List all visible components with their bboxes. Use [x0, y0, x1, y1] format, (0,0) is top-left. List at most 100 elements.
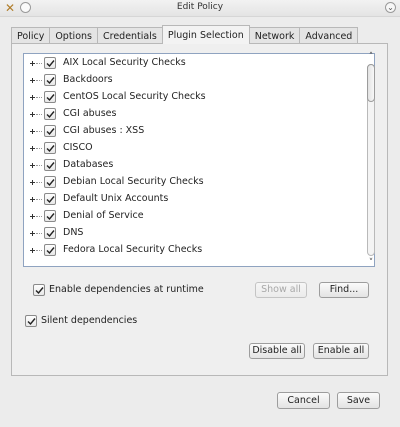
find-button[interactable]: Find...	[319, 282, 369, 298]
silent-dependencies-label: Silent dependencies	[41, 315, 138, 326]
plugin-family-row[interactable]: CISCO	[24, 140, 364, 157]
plugin-family-label: AIX Local Security Checks	[63, 57, 186, 68]
tree-connector	[36, 250, 42, 251]
plugin-family-row[interactable]: DNS	[24, 225, 364, 242]
tree-connector	[36, 97, 42, 98]
plugin-family-label: CentOS Local Security Checks	[63, 91, 206, 102]
plugin-family-row[interactable]: Default Unix Accounts	[24, 191, 364, 208]
plugin-family-row[interactable]: Denial of Service	[24, 208, 364, 225]
window-title: Edit Policy	[176, 2, 224, 12]
plugin-family-checkbox[interactable]	[44, 125, 56, 137]
tree-connector	[36, 182, 42, 183]
plugin-family-label: Default Unix Accounts	[63, 193, 169, 204]
plugin-family-checkbox[interactable]	[44, 74, 56, 86]
checkmark-icon	[46, 179, 55, 187]
tree-connector	[36, 114, 42, 115]
plugin-family-checkbox[interactable]	[44, 142, 56, 154]
silent-dependencies-option[interactable]: Silent dependencies	[25, 314, 225, 328]
expand-icon[interactable]	[30, 163, 35, 168]
tab-plugin-selection[interactable]: Plugin Selection	[161, 25, 250, 44]
tree-connector	[36, 199, 42, 200]
plugin-family-label: CGI abuses : XSS	[63, 125, 145, 136]
plugin-family-checkbox[interactable]	[44, 108, 56, 120]
plugin-family-label: Databases	[63, 159, 114, 170]
plugin-family-checkbox[interactable]	[44, 176, 56, 188]
expand-icon[interactable]	[30, 180, 35, 185]
tab-network[interactable]: Network	[249, 27, 300, 44]
enable-dependencies-checkbox[interactable]	[33, 284, 45, 296]
tree-connector	[36, 131, 42, 132]
checkmark-icon	[46, 230, 55, 238]
expand-icon[interactable]	[30, 129, 35, 134]
plugin-family-label: CGI abuses	[63, 108, 117, 119]
plugin-family-checkbox[interactable]	[44, 91, 56, 103]
tree-connector	[36, 63, 42, 64]
expand-icon[interactable]	[30, 248, 35, 253]
plugin-family-row[interactable]: CentOS Local Security Checks	[24, 89, 364, 106]
plugin-family-row[interactable]: Backdoors	[24, 72, 364, 89]
scroll-down-icon[interactable]: ˅	[366, 258, 376, 268]
expand-icon[interactable]	[30, 214, 35, 219]
plugin-family-row[interactable]: Fedora Local Security Checks	[24, 242, 364, 259]
expand-icon[interactable]	[30, 231, 35, 236]
checkmark-icon	[35, 287, 44, 295]
checkmark-icon	[46, 162, 55, 170]
title-bar: ✕ Edit Policy ⌄	[0, 0, 400, 17]
enable-dependencies-label: Enable dependencies at runtime	[49, 284, 204, 295]
tree-connector	[36, 216, 42, 217]
checkmark-icon	[46, 196, 55, 204]
checkmark-icon	[46, 247, 55, 255]
tab-options[interactable]: Options	[49, 27, 97, 44]
expand-icon[interactable]	[30, 61, 35, 66]
enable-all-button[interactable]: Enable all	[313, 343, 369, 359]
plugin-family-checkbox[interactable]	[44, 193, 56, 205]
plugin-family-label: Debian Local Security Checks	[63, 176, 204, 187]
expand-icon[interactable]	[30, 78, 35, 83]
plugin-family-row[interactable]: Debian Local Security Checks	[24, 174, 364, 191]
expand-icon[interactable]	[30, 197, 35, 202]
checkmark-icon	[46, 60, 55, 68]
close-icon[interactable]: ⌄	[385, 2, 396, 13]
expand-icon[interactable]	[30, 95, 35, 100]
plugin-family-row[interactable]: CGI abuses : XSS	[24, 123, 364, 140]
tree-scrollbar[interactable]: ˄ ˅	[364, 52, 378, 268]
save-button[interactable]: Save	[337, 392, 380, 409]
silent-dependencies-checkbox[interactable]	[25, 315, 37, 327]
plugin-family-tree[interactable]: AIX Local Security Checks Backdoors CentOS…	[23, 53, 375, 267]
plugin-family-label: Backdoors	[63, 74, 113, 85]
tab-policy[interactable]: Policy	[11, 27, 50, 44]
disable-all-button[interactable]: Disable all	[249, 343, 305, 359]
tree-connector	[36, 233, 42, 234]
enable-dependencies-option[interactable]: Enable dependencies at runtime	[33, 283, 233, 297]
checkmark-icon	[46, 213, 55, 221]
plugin-family-row[interactable]: CGI abuses	[24, 106, 364, 123]
checkmark-icon	[27, 318, 36, 326]
checkmark-icon	[46, 94, 55, 102]
plugin-family-checkbox[interactable]	[44, 57, 56, 69]
tab-advanced[interactable]: Advanced	[299, 27, 359, 44]
tree-connector	[36, 165, 42, 166]
checkmark-icon	[46, 145, 55, 153]
expand-icon[interactable]	[30, 146, 35, 151]
expand-icon[interactable]	[30, 112, 35, 117]
plugin-family-checkbox[interactable]	[44, 244, 56, 256]
plugin-family-row[interactable]: AIX Local Security Checks	[24, 55, 364, 72]
plugin-family-label: CISCO	[63, 142, 93, 153]
plugin-family-checkbox[interactable]	[44, 210, 56, 222]
plugin-family-row[interactable]: Databases	[24, 157, 364, 174]
scroll-thumb[interactable]	[367, 64, 375, 102]
show-all-button[interactable]: Show all	[255, 282, 307, 298]
tree-connector	[36, 148, 42, 149]
tree-connector	[36, 80, 42, 81]
checkmark-icon	[46, 128, 55, 136]
tab-bar: Policy Options Credentials Plugin Select…	[11, 25, 359, 44]
tab-credentials[interactable]: Credentials	[96, 27, 162, 44]
plugin-family-label: Fedora Local Security Checks	[63, 244, 203, 255]
plugin-family-label: DNS	[63, 227, 84, 238]
plugin-family-checkbox[interactable]	[44, 159, 56, 171]
plugin-family-label: Denial of Service	[63, 210, 144, 221]
plugin-family-checkbox[interactable]	[44, 227, 56, 239]
cancel-button[interactable]: Cancel	[277, 392, 330, 409]
scroll-up-icon[interactable]: ˄	[366, 52, 376, 62]
checkmark-icon	[46, 77, 55, 85]
